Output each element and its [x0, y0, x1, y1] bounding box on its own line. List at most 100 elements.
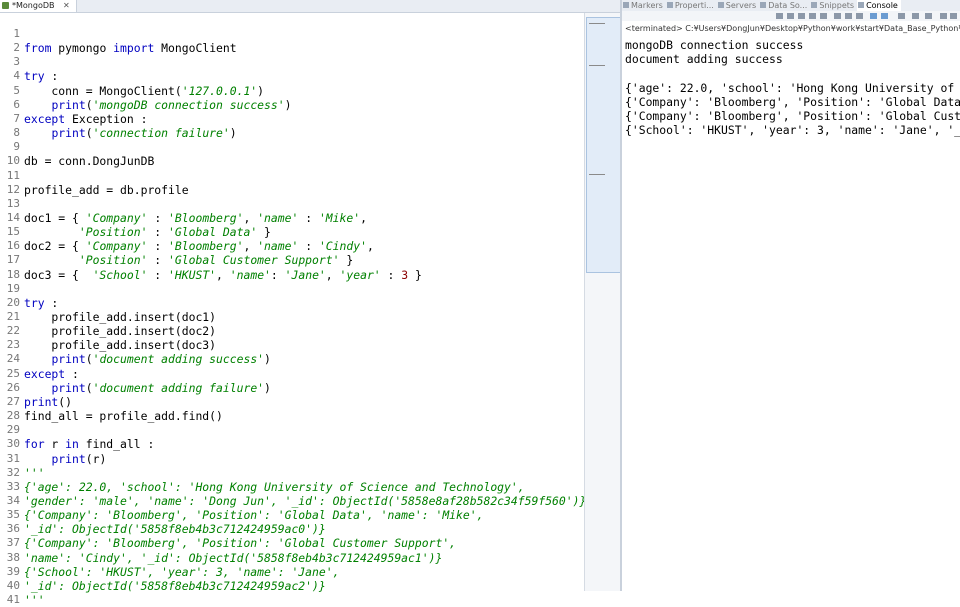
code-token: pymongo	[51, 41, 114, 56]
code-line[interactable]: '''	[24, 466, 45, 480]
view-tab[interactable]: Console	[857, 0, 901, 11]
view-tab[interactable]: Snippets	[810, 0, 857, 11]
code-token: :	[380, 267, 402, 282]
show-stdout-icon[interactable]	[870, 13, 877, 19]
line-number: 25	[6, 366, 20, 380]
code-line[interactable]: 'gender': 'male', 'name': 'Dong Jun', '_…	[24, 494, 586, 508]
code-line[interactable]: profile_add.insert(doc1)	[24, 310, 216, 324]
code-line[interactable]: {'Company': 'Bloomberg', 'Position': 'Gl…	[24, 508, 483, 522]
view-tab[interactable]: Properti...	[666, 0, 717, 11]
view-tab-label: Console	[866, 1, 898, 10]
word-wrap-icon[interactable]	[845, 13, 852, 19]
view-tab[interactable]: Markers	[622, 0, 666, 11]
code-line[interactable]: profile_add = db.profile	[24, 183, 189, 197]
code-token: )	[264, 352, 271, 367]
view-tab[interactable]: Servers	[717, 0, 759, 11]
code-token: (	[85, 97, 93, 112]
line-number: 33	[6, 479, 20, 493]
code-line[interactable]: print('mongoDB connection success')	[24, 98, 291, 112]
code-line[interactable]: except Exception :	[24, 112, 147, 126]
console-toolbar	[622, 11, 960, 21]
code-line[interactable]: 'name': 'Cindy', '_id': ObjectId('5858f8…	[24, 551, 442, 565]
maximize-icon[interactable]	[950, 13, 957, 19]
code-line[interactable]: {'age': 22.0, 'school': 'Hong Kong Unive…	[24, 480, 525, 494]
code-line[interactable]: 'Position' : 'Global Customer Support' }	[24, 253, 353, 267]
code-token: 'Mike'	[318, 210, 361, 225]
open-console-icon[interactable]	[898, 13, 905, 19]
line-number: 30	[6, 437, 20, 451]
line-number: 7	[13, 111, 20, 125]
view-tab-icon	[858, 2, 865, 8]
view-tab-icon	[811, 2, 818, 8]
code-token: find_all :	[78, 437, 155, 452]
overview-viewport[interactable]	[586, 17, 621, 273]
editor-tab-mongodb[interactable]: *MongoDB ✕	[0, 0, 77, 12]
show-on-output-icon[interactable]	[856, 13, 863, 19]
code-token: )	[284, 97, 292, 112]
code-line[interactable]: profile_add.insert(doc3)	[24, 338, 216, 352]
code-line[interactable]: {'School': 'HKUST', 'year': 3, 'name': '…	[24, 565, 339, 579]
overview-marker	[589, 23, 605, 24]
pin-icon[interactable]	[776, 13, 783, 19]
code-token: {'Company': 'Bloomberg', 'Position': 'Gl…	[24, 536, 457, 551]
code-token: 'Bloomberg'	[168, 210, 244, 225]
code-line[interactable]: {'Company': 'Bloomberg', 'Position': 'Gl…	[24, 536, 456, 550]
code-line[interactable]: except :	[24, 367, 79, 381]
code-line[interactable]: conn = MongoClient('127.0.0.1')	[24, 84, 264, 98]
view-tab[interactable]: Data So...	[759, 0, 810, 11]
code-line[interactable]: doc3 = { 'School' : 'HKUST', 'name': 'Ja…	[24, 268, 422, 282]
line-number: 8	[13, 126, 20, 140]
terminated-label: <terminated> C:¥Users¥DongJun¥Desktop¥Py…	[625, 24, 960, 33]
line-number: 24	[6, 352, 20, 366]
line-number: 23	[6, 338, 20, 352]
code-token: :	[147, 225, 169, 240]
terminate-icon[interactable]	[787, 13, 794, 19]
minimize-icon[interactable]	[940, 13, 947, 19]
code-token: print	[51, 352, 86, 367]
scroll-lock-icon[interactable]	[834, 13, 841, 19]
code-token: 'connection failure'	[92, 126, 230, 141]
code-token: :	[44, 69, 59, 84]
code-line[interactable]: print('document adding failure')	[24, 381, 270, 395]
code-token: 'Jane'	[284, 267, 326, 282]
view-menu-icon[interactable]	[925, 13, 932, 19]
code-line[interactable]: print()	[24, 395, 72, 409]
code-token: try	[24, 69, 45, 84]
code-token: 'year'	[339, 267, 381, 282]
code-line[interactable]: print('document adding success')	[24, 352, 271, 367]
display-console-icon[interactable]	[912, 13, 919, 19]
editor-tab-label: *MongoDB	[12, 1, 55, 10]
code-line[interactable]: try :	[24, 69, 58, 83]
code-line[interactable]: find_all = profile_add.find()	[24, 409, 223, 423]
code-token: '''	[24, 593, 45, 607]
code-line[interactable]: db = conn.DongJunDB	[24, 154, 154, 168]
remove-launch-icon[interactable]	[798, 13, 805, 19]
clear-console-icon[interactable]	[820, 13, 827, 19]
code-line[interactable]: print('connection failure')	[24, 126, 236, 141]
code-token: except	[24, 366, 66, 381]
code-line[interactable]: doc1 = { 'Company' : 'Bloomberg', 'name'…	[24, 211, 367, 225]
code-line[interactable]: try :	[24, 296, 58, 310]
view-tab-label: Markers	[631, 1, 663, 10]
editor-tab-bar: *MongoDB ✕	[0, 0, 621, 13]
view-tab-label: Properti...	[674, 1, 714, 10]
line-number: 36	[6, 522, 20, 536]
code-line[interactable]: '''	[24, 593, 45, 607]
code-token: 'mongoDB connection success'	[92, 97, 285, 112]
code-line[interactable]: 'Position' : 'Global Data' }	[24, 225, 271, 239]
code-line[interactable]: from pymongo import MongoClient	[24, 41, 237, 55]
overview-ruler[interactable]	[584, 13, 621, 591]
code-line[interactable]: print(r)	[24, 452, 106, 466]
code-line[interactable]: profile_add.insert(doc2)	[24, 324, 216, 338]
code-token: 'name'	[257, 210, 299, 225]
close-tab-icon[interactable]: ✕	[63, 1, 70, 10]
line-number: 39	[6, 564, 20, 578]
code-line[interactable]: '_id': ObjectId('5858f8eb4b3c712424959ac…	[24, 522, 326, 536]
code-editor[interactable]: 1 2 from pymongo import MongoClient 3 4 try :…	[0, 13, 586, 607]
show-stderr-icon[interactable]	[881, 13, 888, 19]
code-line[interactable]: doc2 = { 'Company' : 'Bloomberg', 'name'…	[24, 239, 374, 253]
code-line[interactable]: for r in find_all :	[24, 437, 154, 451]
remove-all-icon[interactable]	[809, 13, 816, 19]
